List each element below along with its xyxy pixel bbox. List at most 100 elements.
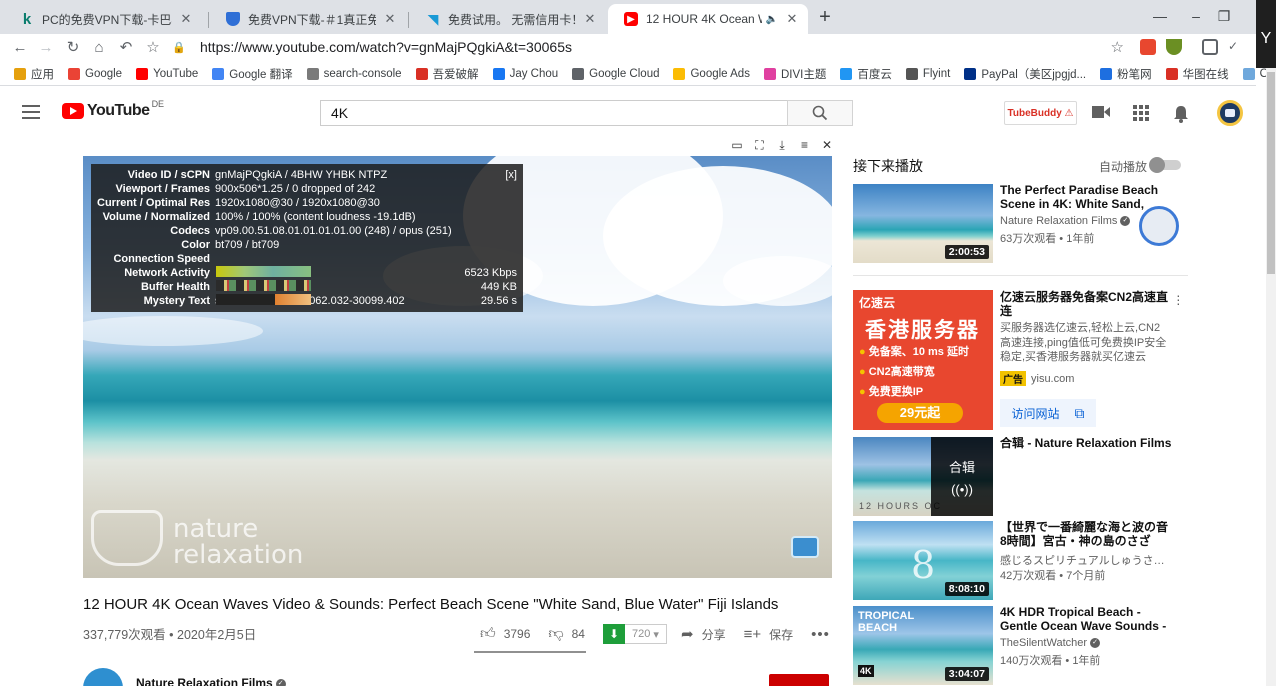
apps-grid-icon[interactable]: [1132, 105, 1150, 121]
bookmark-page-icon[interactable]: ☆: [1111, 38, 1124, 56]
theater-mode-icon[interactable]: ▭: [730, 138, 744, 152]
divider: [853, 275, 1188, 276]
video-card-title[interactable]: 【世界で一番綺麗な海と波の音 8時間】宮古・神の島のさざな…: [1000, 521, 1172, 548]
stats-key: Current / Optimal Res: [97, 197, 211, 209]
bookmark-favicon-icon: [306, 67, 319, 80]
channel-avatar[interactable]: [83, 668, 123, 686]
scrollbar-thumb[interactable]: [1267, 72, 1275, 274]
bookmark-item[interactable]: Jay Chou: [492, 67, 558, 80]
share-button[interactable]: ➦ 分享: [681, 625, 726, 643]
create-video-icon[interactable]: [1092, 105, 1110, 121]
recommended-video-3[interactable]: 8 8:08:10 【世界で一番綺麗な海と波の音 8時間】宮古・神の島のさざな……: [853, 521, 1183, 601]
extensions-menu-icon[interactable]: ✓: [1228, 39, 1244, 55]
subscribe-button[interactable]: [769, 674, 829, 686]
home-icon[interactable]: ⌂: [89, 38, 109, 58]
browser-tab-1[interactable]: k PC的免费VPN下载-卡巴斯基安全 ✕: [4, 4, 202, 34]
search-button[interactable]: [787, 100, 853, 126]
tab-strip: k PC的免费VPN下载-卡巴斯基安全 ✕ 免费VPN下载-＃1真正免费VPN …: [0, 0, 1276, 34]
stats-key: Codecs: [170, 225, 210, 237]
undo-icon[interactable]: ↶: [116, 38, 136, 58]
stats-key: Connection Speed: [113, 253, 210, 265]
bullet-dot-icon: ●: [859, 366, 869, 378]
verified-icon: ✓: [1120, 216, 1131, 227]
download-extension-icon[interactable]: [1166, 39, 1182, 55]
connection-speed-value: 6523 Kbps: [464, 267, 517, 279]
back-icon[interactable]: ←: [10, 38, 30, 58]
ad-title[interactable]: 亿速云服务器免备案CN2高速直连: [1000, 290, 1168, 318]
recommended-video-4[interactable]: TROPICAL BEACH 4K 3:04:07 4K HDR Tropica…: [853, 606, 1183, 686]
bookmark-star-icon[interactable]: ☆: [143, 38, 163, 58]
stats-close-button[interactable]: [x]: [505, 168, 517, 182]
close-icon[interactable]: ✕: [820, 138, 834, 152]
close-tab-icon[interactable]: ✕: [784, 11, 800, 27]
video-card-title[interactable]: 4K HDR Tropical Beach - Gentle Ocean Wav…: [1000, 606, 1172, 633]
bookmark-item[interactable]: YouTube: [136, 67, 198, 80]
channel-name[interactable]: Nature Relaxation Films ✓: [136, 676, 286, 686]
speaker-icon[interactable]: 🔈: [766, 14, 778, 25]
bookmark-item[interactable]: 百度云: [840, 66, 892, 82]
address-bar[interactable]: 🔒 https://www.youtube.com/watch?v=gnMajP…: [172, 35, 1132, 59]
cast-icon[interactable]: [1202, 39, 1218, 55]
youtube-logo[interactable]: YouTube DE: [62, 99, 164, 120]
bookmark-item[interactable]: Google 翻译: [212, 66, 293, 82]
bookmark-item[interactable]: search-console: [306, 67, 402, 80]
close-tab-icon[interactable]: ✕: [382, 11, 398, 27]
bookmark-item[interactable]: 吾爱破解: [415, 66, 479, 82]
close-tab-icon[interactable]: ✕: [178, 11, 194, 27]
browser-tab-4-active[interactable]: ▶ 12 HOUR 4K Ocean Waves 🔈 ✕: [608, 4, 808, 34]
bookmark-item[interactable]: DIVI主题: [763, 66, 826, 82]
video-player[interactable]: nature relaxation [x] Video ID / sCPN gnM…: [83, 156, 832, 578]
video-thumbnail[interactable]: 8 8:08:10: [853, 521, 993, 600]
tubebuddy-button[interactable]: TubeBuddy ⚠: [1004, 101, 1077, 125]
video-thumbnail[interactable]: TROPICAL BEACH 4K 3:04:07: [853, 606, 993, 685]
download-green-icon[interactable]: ⬇: [602, 624, 625, 644]
dislike-button[interactable]: 👎︎ 84: [548, 625, 585, 643]
autoplay-toggle[interactable]: [1149, 157, 1181, 173]
search-input[interactable]: [320, 100, 788, 126]
ad-image[interactable]: 亿速云 香港服务器 ● 免备案、10 ms 延时 ● CN2高速带宽 ● 免费更换I…: [853, 290, 993, 430]
page-scrollbar[interactable]: [1266, 68, 1276, 686]
browser-toolbar: ← → ↻ ⌂ ↶ ☆ 🔒 https://www.youtube.com/wa…: [0, 34, 1256, 62]
notifications-bell-icon[interactable]: [1172, 105, 1190, 123]
bookmark-item[interactable]: 粉笔网: [1100, 66, 1152, 82]
video-card-channel: 感じるスピリチュアルしゅうさ…: [1000, 555, 1165, 567]
bookmark-item[interactable]: Flyint: [905, 67, 950, 80]
video-card-title[interactable]: The Perfect Paradise Beach Scene in 4K: …: [1000, 184, 1172, 211]
bookmark-item[interactable]: Google Ads: [673, 67, 750, 80]
quality-select[interactable]: 720 ▾: [624, 624, 667, 644]
more-actions-icon[interactable]: •••: [811, 626, 838, 643]
list-menu-icon[interactable]: ≡: [798, 138, 812, 152]
bookmark-item[interactable]: Google Cloud: [572, 67, 659, 80]
window-minimize-button[interactable]: –: [1186, 8, 1206, 24]
browser-tab-2[interactable]: 免费VPN下载-＃1真正免费VPN ✕: [210, 4, 406, 34]
recommended-mix[interactable]: 12 HOURS OC 合辑 ((•)) 合辑 - Nature Relaxat…: [853, 437, 1183, 517]
tubebuddy-mascot-icon: [1139, 206, 1179, 246]
restore-window-button[interactable]: ❐: [1214, 8, 1234, 25]
download-arrow-icon[interactable]: ⤓: [775, 138, 789, 152]
ad-more-icon[interactable]: · · ·: [1176, 288, 1181, 310]
browser-tab-3[interactable]: ◥ 免费试用。 无需信用卡！ | hide ✕: [410, 4, 606, 34]
bookmark-item[interactable]: 应用: [14, 66, 54, 82]
fullscreen-icon[interactable]: ⛶: [753, 138, 767, 152]
bookmark-item[interactable]: PayPal（美区jpgjd...: [964, 66, 1086, 82]
url-text: https://www.youtube.com/watch?v=gnMajPQg…: [200, 39, 572, 55]
hamburger-menu-icon[interactable]: [22, 105, 40, 119]
reload-icon[interactable]: ↻: [63, 38, 83, 58]
visit-site-button[interactable]: 访问网站 ⧉: [1000, 399, 1096, 427]
bookmark-item[interactable]: Google: [68, 67, 122, 80]
video-card-meta: 140万次观看 • 1年前: [1000, 655, 1101, 667]
video-thumbnail[interactable]: 12 HOURS OC 合辑 ((•)): [853, 437, 993, 516]
new-tab-button[interactable]: +: [814, 7, 836, 29]
minimize-icon[interactable]: —: [1150, 8, 1170, 24]
recommended-video-1[interactable]: 2:00:53 The Perfect Paradise Beach Scene…: [853, 184, 1183, 264]
close-tab-icon[interactable]: ✕: [582, 11, 598, 27]
save-to-playlist-button[interactable]: ≡+ 保存: [744, 626, 794, 643]
account-avatar[interactable]: [1217, 100, 1243, 126]
extension-icon[interactable]: [1140, 39, 1156, 55]
like-button[interactable]: 👍︎ 3796: [480, 625, 530, 643]
forward-icon[interactable]: →: [36, 38, 56, 58]
video-thumbnail[interactable]: 2:00:53: [853, 184, 993, 263]
network-activity-graph: [216, 280, 311, 291]
bookmark-item[interactable]: 华图在线: [1165, 66, 1229, 82]
video-card-title[interactable]: 合辑 - Nature Relaxation Films: [1000, 437, 1172, 451]
